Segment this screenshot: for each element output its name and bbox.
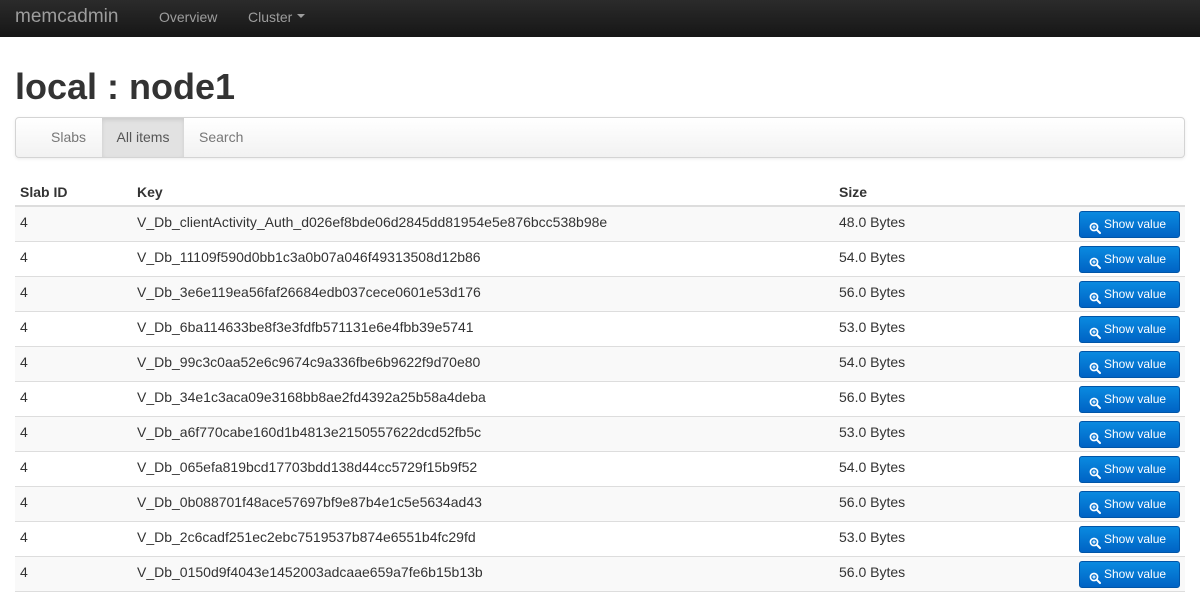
tab-all-items[interactable]: All items — [102, 118, 184, 157]
cell-slab-id: 4 — [20, 319, 28, 335]
tab-bar: Slabs All items Search — [15, 117, 1185, 158]
header-slab-id: Slab ID — [20, 184, 68, 200]
show-value-label: Show value — [1104, 567, 1167, 581]
nav-cluster-label: Cluster — [248, 9, 293, 25]
cell-key: V_Db_99c3c0aa52e6c9674c9a336fbe6b9622f9d… — [137, 354, 481, 370]
table-row: 4 V_Db_2c6cadf251ec2ebc7519537b874e6551b4… — [15, 522, 1185, 557]
cell-slab-id: 4 — [20, 529, 28, 545]
zoom-in-icon — [1089, 463, 1101, 479]
cell-key: V_Db_0b088701f48ace57697bf9e87b4e1c5e563… — [137, 494, 482, 510]
cell-slab-id: 4 — [20, 459, 28, 475]
cell-key: V_Db_clientActivity_Auth_d026ef8bde06d28… — [137, 214, 608, 230]
top-navbar: memcadmin Overview Cluster — [0, 0, 1200, 37]
cell-size: 48.0 Bytes — [839, 214, 906, 230]
cell-key: V_Db_065efa819bcd17703bdd138d44cc5729f15… — [137, 459, 478, 475]
zoom-in-icon — [1089, 533, 1101, 549]
caret-down-icon — [297, 14, 306, 19]
show-value-button[interactable]: Show value — [1079, 561, 1180, 588]
table-row: 4 V_Db_065efa819bcd17703bdd138d44cc5729f1… — [15, 452, 1185, 487]
cell-slab-id: 4 — [20, 389, 28, 405]
table-row: 4 V_Db_clientActivity_Auth_d026ef8bde06d2… — [15, 207, 1185, 242]
table-header: Slab ID Key Size — [15, 178, 1185, 207]
cell-size: 54.0 Bytes — [839, 459, 906, 475]
cell-slab-id: 4 — [20, 494, 28, 510]
zoom-in-icon — [1089, 428, 1101, 444]
cell-slab-id: 4 — [20, 424, 28, 440]
zoom-in-icon — [1089, 498, 1101, 514]
table-row: 4 V_Db_11109f590d0bb1c3a0b07a046f49313508… — [15, 242, 1185, 277]
cell-key: V_Db_6ba114633be8f3e3fdfb571131e6e4fbb39… — [137, 319, 474, 335]
cell-key: V_Db_0150d9f4043e1452003adcaae659a7fe6b1… — [137, 564, 483, 580]
cell-size: 56.0 Bytes — [839, 564, 906, 580]
zoom-in-icon — [1089, 323, 1101, 339]
show-value-button[interactable]: Show value — [1079, 526, 1180, 553]
table-row: 4 V_Db_0b088701f48ace57697bf9e87b4e1c5e56… — [15, 487, 1185, 522]
nav-cluster-dropdown[interactable]: Cluster — [248, 9, 306, 25]
cell-slab-id: 4 — [20, 284, 28, 300]
cell-size: 54.0 Bytes — [839, 354, 906, 370]
show-value-label: Show value — [1104, 462, 1167, 476]
table-row: 4 V_Db_34e1c3aca09e3168bb8ae2fd4392a25b58… — [15, 382, 1185, 417]
nav-overview[interactable]: Overview — [159, 9, 217, 25]
show-value-button[interactable]: Show value — [1079, 421, 1180, 448]
cell-size: 54.0 Bytes — [839, 249, 906, 265]
zoom-in-icon — [1089, 218, 1101, 234]
show-value-label: Show value — [1104, 217, 1167, 231]
show-value-label: Show value — [1104, 392, 1167, 406]
zoom-in-icon — [1089, 288, 1101, 304]
cell-key: V_Db_a6f770cabe160d1b4813e2150557622dcd5… — [137, 424, 482, 440]
zoom-in-icon — [1089, 393, 1101, 409]
cell-key: V_Db_11109f590d0bb1c3a0b07a046f49313508d… — [137, 249, 481, 265]
brand-logo[interactable]: memcadmin — [15, 6, 118, 28]
cell-size: 56.0 Bytes — [839, 389, 906, 405]
show-value-button[interactable]: Show value — [1079, 211, 1180, 238]
show-value-label: Show value — [1104, 497, 1167, 511]
table-row: 4 V_Db_6ba114633be8f3e3fdfb571131e6e4fbb3… — [15, 312, 1185, 347]
show-value-button[interactable]: Show value — [1079, 456, 1180, 483]
show-value-button[interactable]: Show value — [1079, 491, 1180, 518]
table-row: 4 V_Db_3e6e119ea56faf26684edb037cece0601e… — [15, 277, 1185, 312]
zoom-in-icon — [1089, 358, 1101, 374]
show-value-button[interactable]: Show value — [1079, 246, 1180, 273]
show-value-button[interactable]: Show value — [1079, 281, 1180, 308]
cell-size: 56.0 Bytes — [839, 284, 906, 300]
cell-key: V_Db_3e6e119ea56faf26684edb037cece0601e5… — [137, 284, 481, 300]
cell-key: V_Db_34e1c3aca09e3168bb8ae2fd4392a25b58a… — [137, 389, 486, 405]
cell-size: 53.0 Bytes — [839, 529, 906, 545]
cell-key: V_Db_2c6cadf251ec2ebc7519537b874e6551b4f… — [137, 529, 476, 545]
cell-slab-id: 4 — [20, 214, 28, 230]
cell-size: 53.0 Bytes — [839, 319, 906, 335]
tab-slabs[interactable]: Slabs — [51, 118, 86, 157]
show-value-button[interactable]: Show value — [1079, 316, 1180, 343]
table-row: 4 V_Db_0150d9f4043e1452003adcaae659a7fe6b… — [15, 557, 1185, 592]
zoom-in-icon — [1089, 253, 1101, 269]
header-key: Key — [137, 184, 163, 200]
table-row: 4 V_Db_a6f770cabe160d1b4813e2150557622dcd… — [15, 417, 1185, 452]
zoom-in-icon — [1089, 568, 1101, 584]
show-value-label: Show value — [1104, 427, 1167, 441]
show-value-label: Show value — [1104, 357, 1167, 371]
show-value-label: Show value — [1104, 287, 1167, 301]
show-value-label: Show value — [1104, 532, 1167, 546]
table-body: 4 V_Db_clientActivity_Auth_d026ef8bde06d2… — [15, 207, 1185, 592]
cell-size: 56.0 Bytes — [839, 494, 906, 510]
header-size: Size — [839, 184, 868, 200]
cell-slab-id: 4 — [20, 564, 28, 580]
items-table: Slab ID Key Size 4 V_Db_clientActivity_Au… — [15, 178, 1185, 592]
tab-search[interactable]: Search — [199, 118, 243, 157]
show-value-label: Show value — [1104, 252, 1167, 266]
show-value-button[interactable]: Show value — [1079, 386, 1180, 413]
show-value-label: Show value — [1104, 322, 1167, 336]
show-value-button[interactable]: Show value — [1079, 351, 1180, 378]
cell-slab-id: 4 — [20, 249, 28, 265]
page-title: local : node1 — [15, 66, 236, 107]
cell-size: 53.0 Bytes — [839, 424, 906, 440]
cell-slab-id: 4 — [20, 354, 28, 370]
table-row: 4 V_Db_99c3c0aa52e6c9674c9a336fbe6b9622f9… — [15, 347, 1185, 382]
